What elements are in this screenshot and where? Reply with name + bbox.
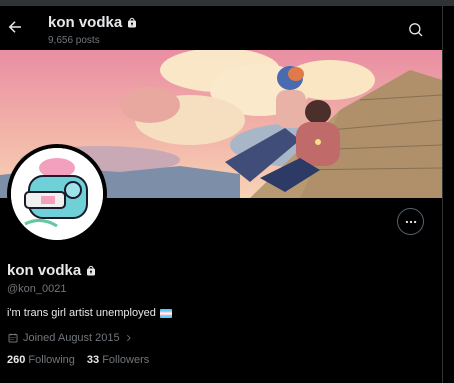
profile-name: kon vodka [7,262,82,279]
followers-label: Followers [102,354,150,366]
followers-link[interactable]: 33 Followers [87,354,149,366]
search-icon[interactable] [408,22,424,38]
following-count: 260 [7,354,26,366]
calendar-icon [8,333,18,343]
header-name: kon vodka [48,14,123,31]
lock-icon [87,265,96,275]
profile-bio: i'm trans girl artist unemployed [7,307,172,319]
more-options-button[interactable] [397,208,424,235]
follow-stats: 260 Following 33 Followers [7,354,149,366]
avatar-illustration [11,148,103,240]
profile-header-bar: kon vodka 9,656 posts [0,6,442,50]
lock-icon [128,17,137,27]
following-link[interactable]: 260 Following [7,354,75,366]
profile-name-row: kon vodka [7,262,97,279]
trans-flag-icon [159,308,172,318]
bio-text: i'm trans girl artist unemployed [7,307,156,319]
profile-avatar[interactable] [7,144,107,244]
profile-handle: @kon_0021 [7,283,67,295]
header-name-row: kon vodka [48,14,138,31]
joined-text: Joined August 2015 [23,332,120,344]
scrollbar[interactable] [442,6,454,383]
profile-joined: Joined August 2015 [7,332,134,344]
followers-count: 33 [86,354,100,366]
following-label: Following [28,354,75,366]
arrow-left-icon[interactable] [6,18,24,36]
more-icon [405,220,416,223]
header-post-count: 9,656 posts [48,35,100,46]
chevron-right-icon[interactable] [124,333,134,343]
